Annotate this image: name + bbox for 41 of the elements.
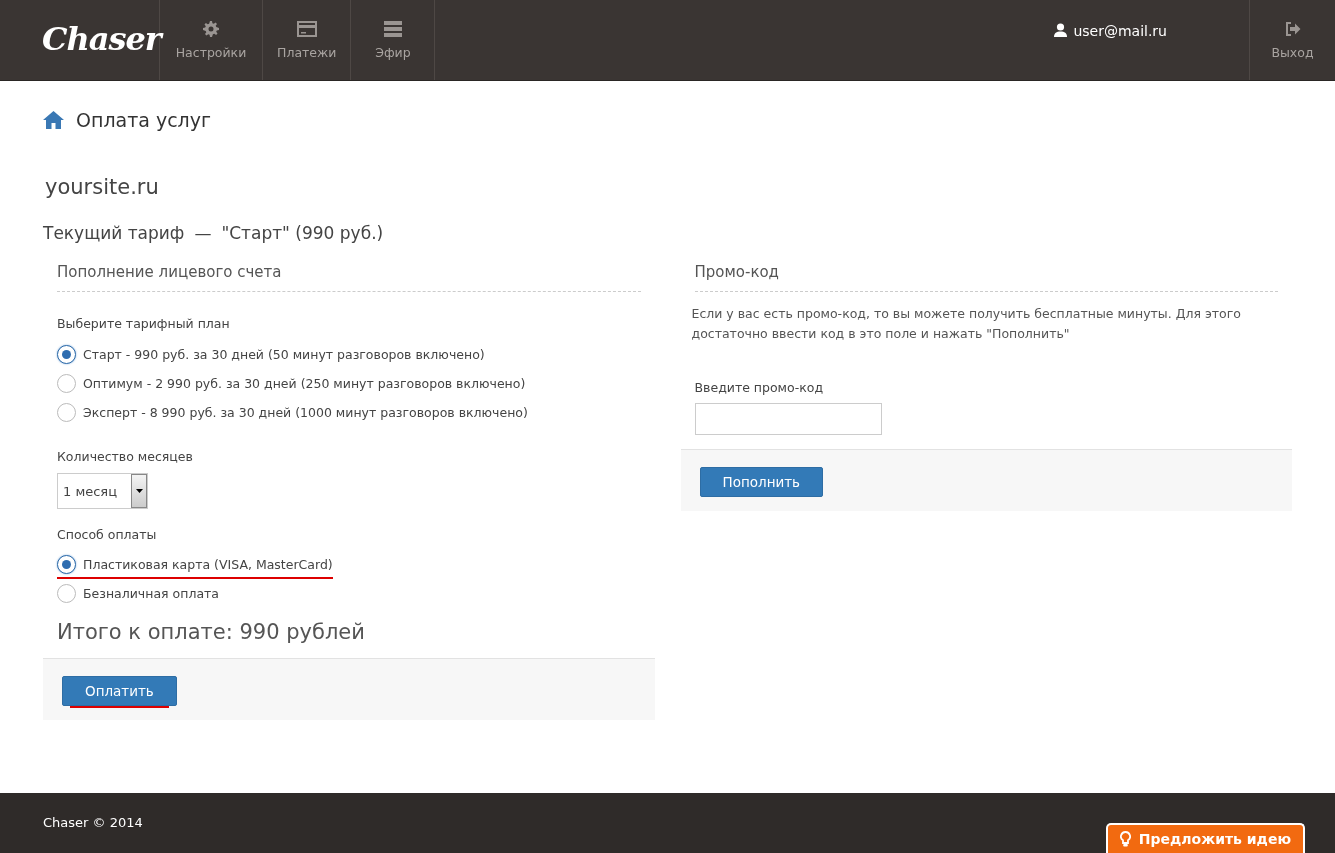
logout-button[interactable]: Выход <box>1249 0 1335 80</box>
user-icon <box>1054 23 1068 37</box>
radio-option[interactable]: Старт - 990 руб. за 30 дней (50 минут разговоров включено) <box>57 340 485 369</box>
promo-code-field[interactable] <box>694 403 882 435</box>
radio-button[interactable] <box>57 374 76 393</box>
radio-button[interactable] <box>57 345 76 364</box>
panel-title: Пополнение лицевого счета <box>57 263 641 292</box>
nav-item[interactable]: Платежи <box>263 0 352 80</box>
tariff-value: "Старт" (990 руб.) <box>221 223 384 243</box>
home-icon <box>43 111 64 129</box>
radio-option[interactable]: Безналичная оплата <box>57 579 219 608</box>
field-label: Количество месяцев <box>57 449 194 464</box>
copyright-text: Chaser © 2014 <box>43 815 143 830</box>
radio-option[interactable]: Пластиковая карта (VISA, MasterCard) <box>57 552 333 579</box>
field-label: Способ оплаты <box>57 527 158 542</box>
card-icon <box>296 20 317 37</box>
pay-button[interactable]: Оплатить <box>62 676 177 706</box>
exit-icon <box>1284 21 1301 36</box>
gear-icon <box>203 20 219 37</box>
radio-button[interactable] <box>57 403 76 422</box>
radio-button[interactable] <box>57 584 76 603</box>
caret-icon <box>135 489 143 493</box>
total-amount: Итого к оплате: 990 рублей <box>57 620 366 644</box>
nav-item[interactable]: Эфир <box>351 0 436 80</box>
top-up-button[interactable]: Пополнить <box>699 467 824 497</box>
dropdown-arrow-button[interactable] <box>131 474 147 508</box>
months-dropdown[interactable]: 1 месяц <box>57 473 148 509</box>
server-icon <box>382 20 403 37</box>
field-label: Выберите тарифный план <box>57 316 231 331</box>
panel-title: Промо-код <box>694 263 1278 292</box>
radio-button[interactable] <box>57 555 76 574</box>
user-link[interactable]: user@mail.ru <box>1054 0 1249 80</box>
dash-text: — <box>194 223 212 243</box>
page-title: Оплата услуг <box>76 109 211 131</box>
promo-description: Если у вас есть промо-код, то вы можете получить бесплатные минуты. Для этого достаточно ввести код в это поле и нажать "Пополнить" <box>691 305 1242 343</box>
field-label: Введите промо-код <box>694 380 825 395</box>
radio-option[interactable]: Эксперт - 8 990 руб. за 30 дней (1000 минут разговоров включено) <box>57 398 528 427</box>
tariff-label: Текущий тариф <box>43 223 185 243</box>
site-name: yoursite.ru <box>45 175 160 199</box>
lightbulb-icon <box>1119 831 1131 847</box>
radio-option[interactable]: Оптимум - 2 990 руб. за 30 дней (250 минут разговоров включено) <box>57 369 526 398</box>
